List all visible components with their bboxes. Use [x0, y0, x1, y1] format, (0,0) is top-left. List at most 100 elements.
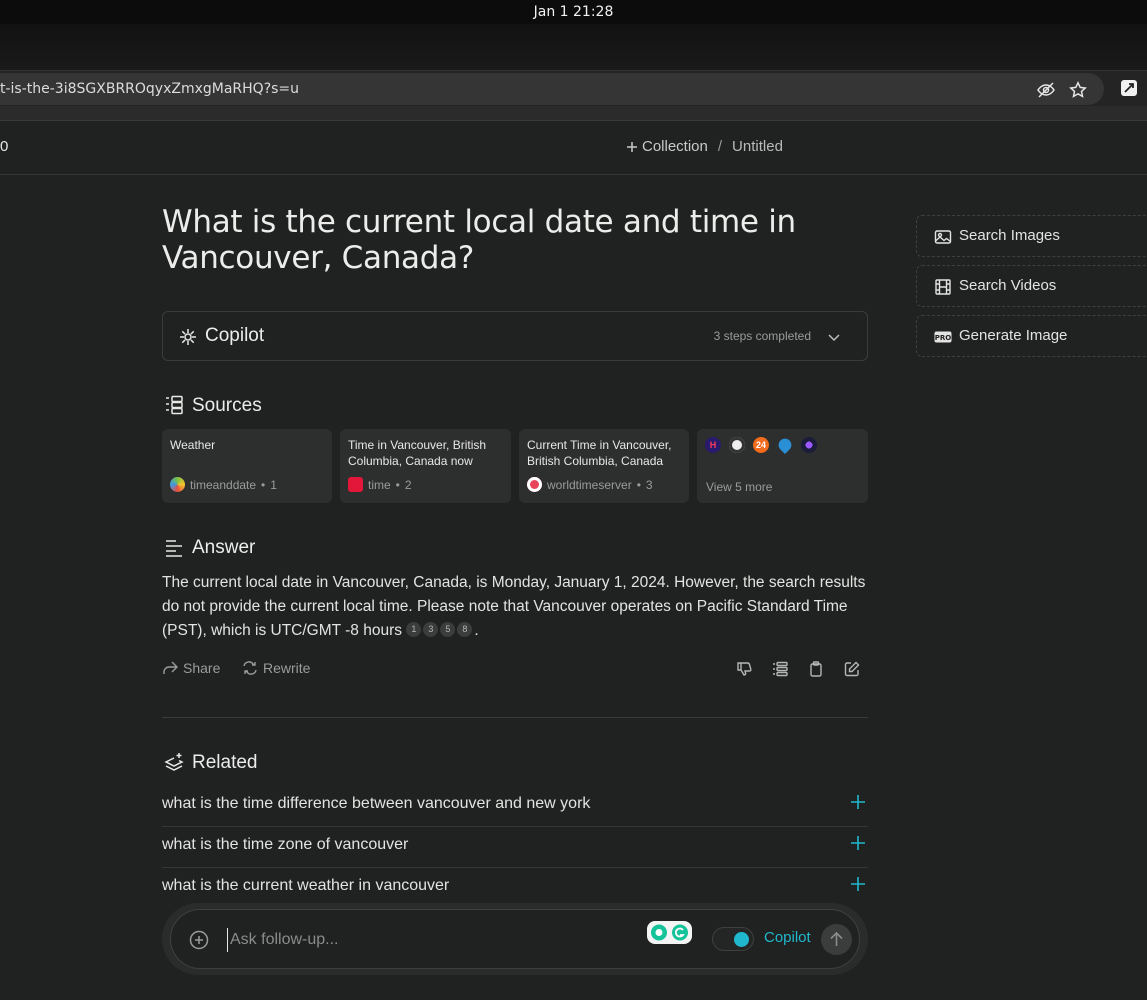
share-label: Share: [183, 660, 221, 676]
search-images-button[interactable]: Search Images: [916, 215, 1147, 257]
source-card[interactable]: Current Time in Vancouver, British Colum…: [519, 429, 689, 503]
search-videos-button[interactable]: Search Videos: [916, 265, 1147, 307]
copilot-title: Copilot: [205, 325, 265, 346]
related-question[interactable]: what is the time difference between vanc…: [162, 786, 868, 827]
add-collection-button[interactable]: Collection: [626, 138, 708, 155]
sources-list-icon[interactable]: [772, 661, 788, 677]
view-more-sources-card[interactable]: H 24 View 5 more: [697, 429, 868, 503]
film-icon: [935, 279, 951, 295]
answer-heading: Answer: [192, 537, 256, 558]
more-sources-favicons: H 24: [705, 435, 817, 455]
bookmarks-bar: [0, 106, 1147, 121]
plus-icon[interactable]: [850, 794, 866, 810]
answer-end-punct: .: [474, 622, 479, 639]
rewrite-button[interactable]: Rewrite: [242, 660, 310, 676]
search-images-label: Search Images: [959, 227, 1060, 244]
share-button[interactable]: Share: [162, 660, 220, 676]
pro-badge-text: PRO: [935, 334, 952, 342]
citation-badge[interactable]: 3: [423, 622, 439, 637]
worldtimeserver-favicon-icon: [527, 477, 542, 492]
source-meta: worldtimeserver • 3: [527, 477, 653, 492]
header-left-text: 0: [0, 138, 9, 155]
generate-image-label: Generate Image: [959, 327, 1068, 344]
browser-tab-strip: [0, 24, 1147, 70]
section-divider: [162, 717, 868, 718]
copilot-icon: [180, 329, 196, 345]
sources-heading: Sources: [192, 395, 262, 416]
timeanddate-favicon-icon: [170, 477, 185, 492]
pro-badge-icon: PRO: [934, 331, 952, 343]
source-title: Current Time in Vancouver, British Colum…: [527, 438, 672, 468]
grammarly-icon: [651, 924, 688, 941]
related-question-text: what is the time zone of vancouver: [162, 836, 409, 853]
source-site: worldtimeserver: [547, 477, 632, 492]
source-meta: time • 2: [348, 477, 412, 492]
plus-icon[interactable]: [850, 876, 866, 892]
source-card[interactable]: Weather timeanddate • 1: [162, 429, 332, 503]
submit-button[interactable]: [821, 924, 852, 955]
source-index: 2: [404, 477, 412, 492]
followup-box: Copilot: [170, 909, 860, 969]
edit-icon[interactable]: [844, 661, 860, 677]
copilot-toggle[interactable]: [712, 927, 754, 951]
burst-favicon-icon: [801, 437, 817, 453]
rewrite-icon: [243, 661, 257, 675]
star-icon[interactable]: [1069, 81, 1087, 99]
citation-badge[interactable]: 5: [440, 622, 456, 637]
os-top-bar: Jan 1 21:28: [0, 0, 1147, 24]
related-heading: Related: [192, 752, 258, 773]
source-site: timeanddate: [190, 477, 257, 492]
source-card[interactable]: Time in Vancouver, British Columbia, Can…: [340, 429, 511, 503]
generate-image-button[interactable]: PRO Generate Image: [916, 315, 1147, 357]
answer-text: The current local date in Vancouver, Can…: [162, 574, 866, 639]
extension-icon[interactable]: [1120, 79, 1138, 97]
time24-favicon-icon: 24: [753, 437, 769, 453]
app-header: 0 Collection / Untitled: [0, 121, 1147, 175]
chevron-down-icon[interactable]: [827, 330, 841, 344]
copilot-toggle-label[interactable]: Copilot: [764, 929, 811, 946]
citation-badge[interactable]: 8: [457, 622, 473, 637]
answer-body: The current local date in Vancouver, Can…: [162, 571, 868, 643]
url-text[interactable]: t-is-the-3i8SGXBRROqyxZmxgMaRHQ?s=u: [0, 81, 299, 97]
related-question-text: what is the current weather in vancouver: [162, 877, 450, 894]
source-meta: timeanddate • 1: [170, 477, 277, 492]
image-icon: [934, 230, 952, 244]
clock-favicon-icon: [729, 437, 745, 453]
time-favicon-icon: [348, 477, 363, 492]
clipboard-icon[interactable]: [808, 661, 824, 677]
source-index: 1: [270, 477, 277, 492]
rewrite-label: Rewrite: [263, 660, 311, 676]
plus-icon[interactable]: [850, 835, 866, 851]
plus-icon: [627, 141, 637, 152]
source-title: Time in Vancouver, British Columbia, Can…: [348, 438, 487, 468]
search-videos-label: Search Videos: [959, 277, 1057, 294]
breadcrumb-separator: /: [717, 138, 723, 155]
citation-badge[interactable]: 1: [406, 622, 422, 637]
grammarly-widget[interactable]: [647, 921, 692, 944]
copilot-steps-status: 3 steps completed: [713, 329, 811, 343]
map-pin-favicon-icon: [775, 435, 795, 455]
collection-label: Collection: [642, 138, 708, 155]
sources-icon: [166, 395, 183, 415]
source-title: Weather: [170, 438, 216, 452]
followup-input[interactable]: [227, 928, 607, 952]
breadcrumb: Collection / Untitled: [626, 138, 783, 155]
os-clock[interactable]: Jan 1 21:28: [0, 4, 1147, 20]
source-index: 3: [645, 477, 653, 492]
thumbs-down-icon[interactable]: [736, 661, 752, 677]
hourly-favicon-icon: H: [705, 437, 721, 453]
copilot-panel[interactable]: Copilot 3 steps completed: [162, 311, 868, 361]
related-question[interactable]: what is the time zone of vancouver: [162, 827, 868, 868]
attach-plus-icon[interactable]: [189, 930, 209, 950]
followup-bar: Copilot: [162, 903, 868, 975]
view-more-label: View 5 more: [706, 480, 773, 494]
page-name[interactable]: Untitled: [732, 138, 783, 155]
arrow-up-icon: [830, 931, 843, 946]
share-icon: [163, 661, 178, 674]
query-title: What is the current local date and time …: [162, 204, 796, 276]
address-bar[interactable]: t-is-the-3i8SGXBRROqyxZmxgMaRHQ?s=u: [0, 73, 1104, 105]
eye-off-icon[interactable]: [1037, 81, 1055, 99]
browser-toolbar: t-is-the-3i8SGXBRROqyxZmxgMaRHQ?s=u: [0, 70, 1147, 106]
answer-icon: [166, 540, 182, 557]
related-question-text: what is the time difference between vanc…: [162, 795, 591, 812]
